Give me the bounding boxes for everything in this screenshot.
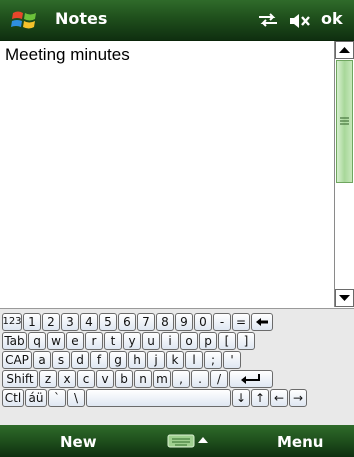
key-5[interactable]: 5 — [99, 313, 117, 331]
key-0[interactable]: 0 — [194, 313, 212, 331]
scroll-thumb[interactable] — [336, 60, 353, 183]
key-international[interactable]: áü — [25, 389, 47, 407]
key-g[interactable]: g — [109, 351, 127, 369]
key-i[interactable]: i — [161, 332, 179, 350]
key-k[interactable]: k — [166, 351, 184, 369]
key-n[interactable]: n — [134, 370, 152, 388]
key-d[interactable]: d — [71, 351, 89, 369]
volume-muted-icon[interactable] — [289, 12, 311, 30]
title-bar: Notes ok — [0, 0, 354, 41]
key-7[interactable]: 7 — [137, 313, 155, 331]
key-123[interactable]: 123 — [2, 313, 22, 331]
key-semicolon[interactable]: ; — [204, 351, 222, 369]
windows-start-icon[interactable] — [10, 7, 40, 33]
key-caps[interactable]: CAP — [2, 351, 32, 369]
key-l[interactable]: l — [185, 351, 203, 369]
key-t[interactable]: t — [104, 332, 122, 350]
key-shift[interactable]: Shift — [2, 370, 38, 388]
key-open-bracket[interactable]: [ — [218, 332, 236, 350]
enter-icon — [241, 374, 260, 384]
arrow-left-key[interactable]: ← — [270, 389, 288, 407]
key-j[interactable]: j — [147, 351, 165, 369]
key-y[interactable]: y — [123, 332, 141, 350]
key-minus[interactable]: - — [213, 313, 231, 331]
key-f[interactable]: f — [90, 351, 108, 369]
key-1[interactable]: 1 — [23, 313, 41, 331]
key-s[interactable]: s — [52, 351, 70, 369]
arrow-right-key[interactable]: → — [289, 389, 307, 407]
key-3[interactable]: 3 — [61, 313, 79, 331]
on-screen-keyboard: 123 1 2 3 4 5 6 7 8 9 0 - = Tab q w e r … — [0, 308, 354, 425]
key-r[interactable]: r — [85, 332, 103, 350]
key-backtick[interactable]: ` — [48, 389, 66, 407]
key-a[interactable]: a — [33, 351, 51, 369]
ok-button[interactable]: ok — [321, 9, 343, 28]
key-o[interactable]: o — [180, 332, 198, 350]
arrow-up-key[interactable]: ↑ — [251, 389, 269, 407]
scroll-up-button[interactable] — [335, 41, 354, 59]
backspace-icon — [256, 318, 268, 326]
softkey-bar: New Menu — [0, 425, 354, 457]
key-8[interactable]: 8 — [156, 313, 174, 331]
key-4[interactable]: 4 — [80, 313, 98, 331]
scroll-down-button[interactable] — [335, 289, 354, 307]
grip-icon — [340, 117, 349, 125]
key-x[interactable]: x — [58, 370, 76, 388]
key-2[interactable]: 2 — [42, 313, 60, 331]
arrow-down-icon — [339, 295, 350, 301]
connectivity-icon[interactable] — [255, 11, 281, 29]
key-u[interactable]: u — [142, 332, 160, 350]
key-v[interactable]: v — [96, 370, 114, 388]
menu-softkey[interactable]: Menu — [277, 433, 323, 451]
key-h[interactable]: h — [128, 351, 146, 369]
enter-key[interactable] — [229, 370, 273, 388]
key-6[interactable]: 6 — [118, 313, 136, 331]
key-9[interactable]: 9 — [175, 313, 193, 331]
arrow-up-icon — [339, 47, 350, 53]
key-w[interactable]: w — [47, 332, 65, 350]
key-m[interactable]: m — [153, 370, 171, 388]
backspace-key[interactable] — [251, 313, 273, 331]
new-softkey[interactable]: New — [60, 433, 97, 451]
vertical-scrollbar[interactable] — [334, 41, 354, 307]
key-apostrophe[interactable]: ' — [223, 351, 241, 369]
key-period[interactable]: . — [191, 370, 209, 388]
key-comma[interactable]: , — [172, 370, 190, 388]
key-z[interactable]: z — [39, 370, 57, 388]
key-q[interactable]: q — [28, 332, 46, 350]
key-e[interactable]: e — [66, 332, 84, 350]
app-title: Notes — [55, 9, 108, 28]
key-b[interactable]: b — [115, 370, 133, 388]
key-slash[interactable]: / — [210, 370, 228, 388]
arrow-down-key[interactable]: ↓ — [232, 389, 250, 407]
keyboard-toggle-icon[interactable] — [167, 433, 211, 449]
note-text[interactable]: Meeting minutes — [5, 45, 130, 65]
key-tab[interactable]: Tab — [2, 332, 27, 350]
key-equals[interactable]: = — [232, 313, 250, 331]
key-p[interactable]: p — [199, 332, 217, 350]
note-editor[interactable]: Meeting minutes — [0, 41, 334, 307]
key-c[interactable]: c — [77, 370, 95, 388]
key-ctrl[interactable]: Ctl — [2, 389, 24, 407]
key-close-bracket[interactable]: ] — [237, 332, 255, 350]
key-backslash[interactable]: \ — [67, 389, 85, 407]
space-key[interactable] — [86, 389, 231, 407]
